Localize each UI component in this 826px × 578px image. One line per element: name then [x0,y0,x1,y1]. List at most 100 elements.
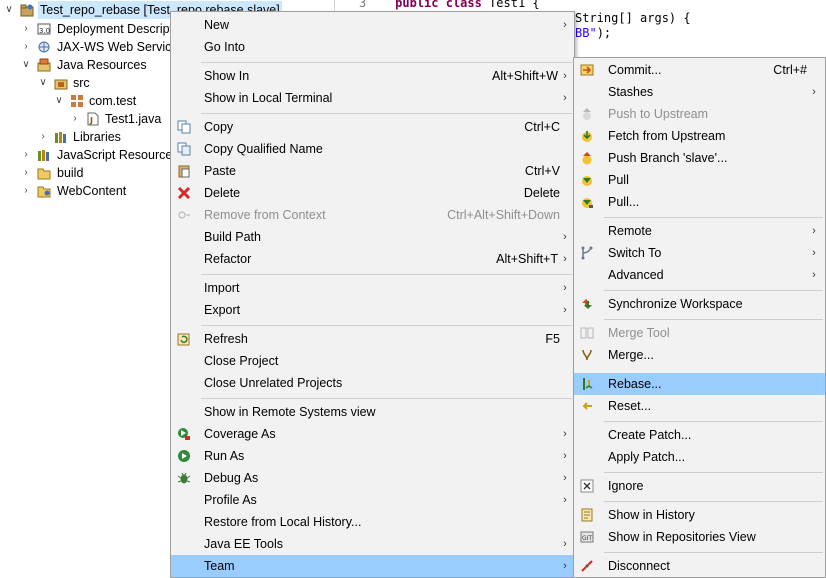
menu-item-fetch-from-upstream[interactable]: Fetch from Upstream [574,125,825,147]
java-resources-icon [37,58,51,72]
menu-item-label: Synchronize Workspace [608,297,743,311]
chevron-right-icon[interactable]: › [21,146,31,164]
menu-item-delete[interactable]: Delete Delete [171,182,574,204]
menu-item-remove-from-context[interactable]: Remove from Context Ctrl+Alt+Shift+Down [171,204,574,226]
menu-item-label: Show in History [608,508,695,522]
svg-text:J: J [89,116,93,125]
menu-item-disconnect[interactable]: Disconnect [574,555,825,577]
chevron-down-icon[interactable]: ∨ [4,1,14,19]
menu-item-synchronize-workspace[interactable]: Synchronize Workspace [574,293,825,315]
menu-separator [201,325,572,326]
chevron-right-icon: › [812,269,816,281]
menu-item-refactor[interactable]: Refactor Alt+Shift+T › [171,248,574,270]
menu-item-create-patch[interactable]: Create Patch... [574,424,825,446]
package-icon [70,94,84,108]
menu-item-label: Close Unrelated Projects [204,376,343,390]
menu-separator [201,274,572,275]
menu-item-profile-as[interactable]: Profile As › [171,489,574,511]
menu-item-show-in-history[interactable]: Show in History [574,504,825,526]
menu-item-show-in-repositories-view[interactable]: GIT Show in Repositories View [574,526,825,548]
menu-item-merge[interactable]: Merge... [574,344,825,366]
class-declaration: Test1 { [481,0,540,10]
menu-item-shortcut: Ctrl+V [524,164,560,178]
chevron-right-icon[interactable]: › [21,164,31,182]
menu-item-show-in[interactable]: Show In Alt+Shift+W › [171,65,574,87]
debug-icon [177,471,191,485]
menu-item-ignore[interactable]: Ignore [574,475,825,497]
menu-item-label: Copy [204,120,234,134]
menu-item-push-branch[interactable]: Push Branch 'slave'... [574,147,825,169]
menu-item-label: Copy Qualified Name [204,142,323,156]
menu-item-label: Restore from Local History... [204,515,362,529]
switch-branch-icon [580,246,594,260]
chevron-down-icon[interactable]: ∨ [38,74,48,92]
copy-qualified-icon [177,142,191,156]
menu-item-label: Ignore [608,479,644,493]
chevron-right-icon[interactable]: › [21,38,31,56]
menu-item-stashes[interactable]: Stashes › [574,81,825,103]
chevron-right-icon: › [563,253,567,265]
menu-item-reset[interactable]: Reset... [574,395,825,417]
push-upstream-icon [580,107,594,121]
menu-item-pull[interactable]: Pull [574,169,825,191]
menu-item-java-ee-tools[interactable]: Java EE Tools › [171,533,574,555]
tree-item-label: Libraries [73,130,121,144]
menu-item-merge-tool[interactable]: Merge Tool [574,322,825,344]
chevron-right-icon[interactable]: › [70,110,80,128]
chevron-right-icon[interactable]: › [21,20,31,38]
menu-separator [604,319,823,320]
chevron-right-icon[interactable]: › [38,128,48,146]
menu-item-import[interactable]: Import › [171,277,574,299]
statement-end: ); [596,26,612,40]
menu-item-close-unrelated-projects[interactable]: Close Unrelated Projects [171,372,574,394]
chevron-right-icon: › [563,428,567,440]
menu-item-push-to-upstream[interactable]: Push to Upstream [574,103,825,125]
menu-item-debug-as[interactable]: Debug As › [171,467,574,489]
pull-dialog-icon [580,195,594,209]
tree-item-label: build [57,166,84,180]
menu-item-refresh[interactable]: Refresh F5 [171,328,574,350]
menu-separator [604,501,823,502]
menu-item-export[interactable]: Export › [171,299,574,321]
menu-item-commit[interactable]: Commit... Ctrl+# [574,59,825,81]
menu-item-coverage-as[interactable]: Coverage As › [171,423,574,445]
menu-item-advanced[interactable]: Advanced › [574,264,825,286]
chevron-right-icon: › [563,70,567,82]
menu-item-show-in-remote-systems[interactable]: Show in Remote Systems view [171,401,574,423]
tree-item-label: src [73,76,90,90]
chevron-right-icon: › [812,86,816,98]
menu-item-switch-to[interactable]: Switch To › [574,242,825,264]
chevron-right-icon[interactable]: › [21,182,31,200]
chevron-right-icon: › [563,231,567,243]
menu-item-show-in-local-terminal[interactable]: Show in Local Terminal › [171,87,574,109]
menu-item-label: Team [204,559,235,573]
java-file-icon: J [86,112,100,126]
tree-item-label: JavaScript Resources [57,148,179,162]
menu-item-close-project[interactable]: Close Project [171,350,574,372]
tree-item-label: JAX-WS Web Service [57,40,179,54]
menu-item-new[interactable]: New › [171,14,574,36]
merge-icon [580,348,594,362]
menu-item-label: Merge Tool [608,326,670,340]
menu-item-go-into[interactable]: Go Into [171,36,574,58]
menu-item-label: Pull... [608,195,640,209]
chevron-right-icon: › [563,304,567,316]
menu-item-team[interactable]: Team › [171,555,574,577]
chevron-down-icon[interactable]: ∨ [21,56,31,74]
menu-item-copy[interactable]: Copy Ctrl+C [171,116,574,138]
tree-item-label: com.test [89,94,137,108]
chevron-right-icon: › [563,560,567,572]
menu-item-build-path[interactable]: Build Path › [171,226,574,248]
keyword-public: public [395,0,439,10]
chevron-down-icon[interactable]: ∨ [54,92,64,110]
menu-item-paste[interactable]: Paste Ctrl+V [171,160,574,182]
menu-item-pull-dialog[interactable]: Pull... [574,191,825,213]
menu-item-run-as[interactable]: Run As › [171,445,574,467]
menu-item-restore-from-local-history[interactable]: Restore from Local History... [171,511,574,533]
chevron-right-icon: › [812,225,816,237]
menu-item-remote[interactable]: Remote › [574,220,825,242]
menu-item-copy-qualified-name[interactable]: Copy Qualified Name [171,138,574,160]
menu-item-apply-patch[interactable]: Apply Patch... [574,446,825,468]
webservice-icon [37,40,51,54]
menu-item-rebase[interactable]: Rebase... [574,373,825,395]
